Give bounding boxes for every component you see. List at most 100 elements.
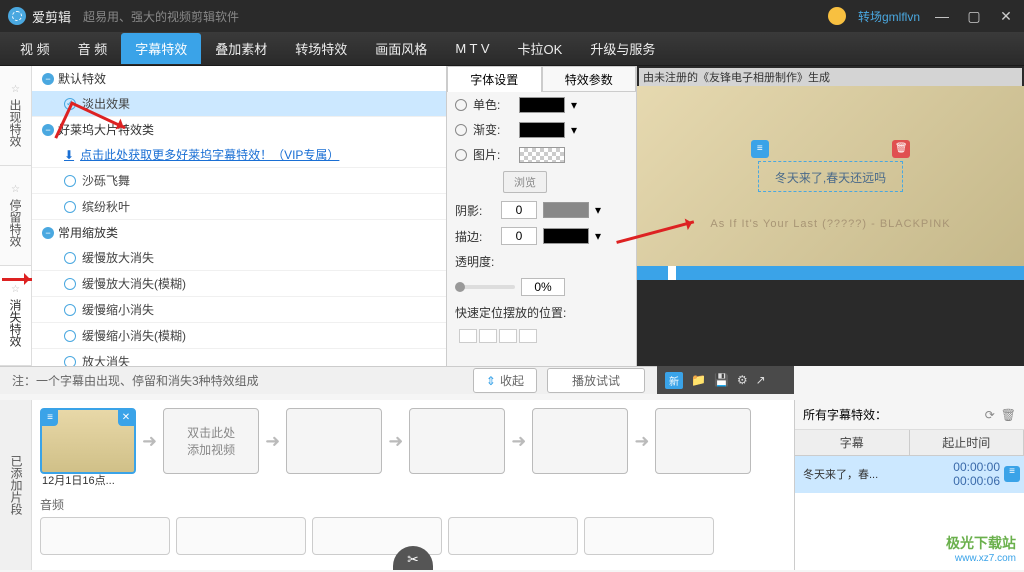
opacity-slider[interactable] [455, 285, 515, 289]
note-row: 注：一个字幕由出现、停留和消失3种特效组成 ⇕收起 播放试试 [0, 366, 657, 394]
ptab-params[interactable]: 特效参数 [542, 66, 637, 92]
settings-icon[interactable]: ⚙ [737, 373, 748, 387]
dropdown-icon[interactable]: ▾ [595, 229, 601, 243]
dropdown-icon[interactable]: ▾ [571, 123, 577, 137]
shadow-color[interactable] [543, 202, 589, 218]
subtitle-box[interactable]: ≡ 🗑 冬天来了,春天还远吗 [758, 161, 903, 192]
check-icon [64, 356, 76, 367]
label-stroke: 描边: [455, 228, 495, 245]
opacity-value[interactable] [521, 278, 565, 296]
effect-zoomout[interactable]: 缓慢缩小消失 [32, 297, 446, 323]
tab-transition[interactable]: 转场特效 [281, 33, 361, 64]
avatar[interactable] [828, 7, 846, 25]
delete-icon[interactable]: 🗑 [1001, 408, 1016, 422]
gradient-picker[interactable] [519, 122, 565, 138]
clip-empty[interactable] [286, 408, 382, 474]
preview-canvas[interactable]: ≡ 🗑 冬天来了,春天还远吗 As If It's Your Last (???… [637, 86, 1024, 266]
app-name: 爱剪辑 [32, 7, 71, 26]
category-default[interactable]: −默认特效 [32, 66, 446, 91]
shadow-input[interactable] [501, 201, 537, 219]
refresh-icon[interactable]: ⟳ [985, 408, 995, 422]
star-icon: ☆ [10, 284, 21, 295]
save-icon[interactable]: 💾 [714, 373, 729, 387]
vtab-stay[interactable]: ☆停留特效 [0, 166, 31, 266]
audio-clip[interactable] [40, 517, 170, 555]
row-menu-icon[interactable]: ≡ [1004, 466, 1020, 482]
app-logo-icon [8, 7, 26, 25]
clip-empty[interactable] [409, 408, 505, 474]
clip-menu-icon[interactable]: ≡ [42, 410, 58, 426]
tab-karaoke[interactable]: 卡拉OK [504, 33, 577, 64]
close-icon[interactable]: ✕ [996, 6, 1016, 26]
clip-1[interactable]: ≡ ✕ 12月1日16点... [40, 408, 136, 474]
mini-toolbar: 新 📁 💾 ⚙ ↗ [657, 366, 794, 394]
vtab-disappear[interactable]: ☆消失特效 [0, 266, 31, 366]
clip-empty[interactable]: 双击此处 添加视频 [163, 408, 259, 474]
tab-audio[interactable]: 音 频 [64, 33, 122, 64]
minimize-icon[interactable]: — [932, 6, 952, 26]
properties-panel: 字体设置 特效参数 单色:▾ 渐变:▾ 图片: 浏览 阴影:▾ 描边:▾ 透明度… [447, 66, 637, 366]
clip-empty[interactable] [655, 408, 751, 474]
arrow-icon: ➜ [634, 431, 649, 452]
new-badge[interactable]: 新 [665, 372, 683, 389]
ptab-font[interactable]: 字体设置 [447, 66, 542, 92]
audio-clip[interactable] [448, 517, 578, 555]
tab-upgrade[interactable]: 升级与服务 [576, 33, 669, 64]
note-text: 注：一个字幕由出现、停留和消失3种特效组成 [12, 372, 259, 389]
color-picker[interactable] [519, 97, 565, 113]
category-zoom[interactable]: −常用缩放类 [32, 220, 446, 245]
clip-close-icon[interactable]: ✕ [118, 410, 134, 426]
folder-icon[interactable]: 📁 [691, 373, 706, 387]
radio-image[interactable] [455, 149, 467, 161]
label-image: 图片: [473, 146, 513, 163]
preview-panel: 由未注册的《友锋电子相册制作》生成 ≡ 🗑 冬天来了,春天还远吗 As If I… [637, 66, 1024, 366]
tab-mtv[interactable]: M T V [441, 35, 503, 62]
vertical-tabs: ☆出现特效 ☆停留特效 ☆消失特效 [0, 66, 32, 366]
collapse-button[interactable]: ⇕收起 [473, 368, 537, 393]
effect-zoomout-blur[interactable]: 缓慢缩小消失(模糊) [32, 323, 446, 349]
dropdown-icon[interactable]: ▾ [595, 203, 601, 217]
download-icon: ⬇ [64, 148, 74, 162]
collapse-icon: − [42, 227, 54, 239]
stroke-color[interactable] [543, 228, 589, 244]
check-icon [64, 98, 76, 110]
effect-sand[interactable]: 沙砾飞舞 [32, 168, 446, 194]
vtab-appear[interactable]: ☆出现特效 [0, 66, 31, 166]
share-icon[interactable]: ↗ [756, 373, 766, 387]
audio-clip[interactable] [176, 517, 306, 555]
clip-empty[interactable] [532, 408, 628, 474]
tab-subtitle-fx[interactable]: 字幕特效 [121, 33, 201, 64]
video-clips-row: ≡ ✕ 12月1日16点... ➜ 双击此处 添加视频 ➜ ➜ ➜ ➜ [40, 408, 786, 474]
check-icon [64, 201, 76, 213]
effect-zoomin-blur[interactable]: 缓慢放大消失(模糊) [32, 271, 446, 297]
category-hollywood[interactable]: −好莱坞大片特效类 [32, 117, 446, 142]
effect-fadeout[interactable]: 淡出效果 [32, 91, 446, 117]
label-gradient: 渐变: [473, 121, 513, 138]
watermark: 极光下载站 www.xz7.com [946, 533, 1016, 564]
col-time: 起止时间 [910, 430, 1024, 455]
menu-handle-icon[interactable]: ≡ [751, 140, 769, 158]
tab-overlay[interactable]: 叠加素材 [201, 33, 281, 64]
stroke-input[interactable] [501, 227, 537, 245]
audio-clip[interactable] [584, 517, 714, 555]
main-tabs: 视 频 音 频 字幕特效 叠加素材 转场特效 画面风格 M T V 卡拉OK 升… [0, 32, 1024, 66]
progress-bar[interactable] [637, 266, 1024, 280]
preview-subtext: As If It's Your Last (?????) - BLACKPINK [710, 218, 950, 230]
collapse-icon: − [42, 73, 54, 85]
check-icon [64, 278, 76, 290]
tab-style[interactable]: 画面风格 [361, 33, 441, 64]
effect-enlarge[interactable]: 放大消失 [32, 349, 446, 366]
effect-leaves[interactable]: 缤纷秋叶 [32, 194, 446, 220]
delete-handle-icon[interactable]: 🗑 [892, 140, 910, 158]
effect-zoomin[interactable]: 缓慢放大消失 [32, 245, 446, 271]
maximize-icon[interactable]: ▢ [964, 6, 984, 26]
dropdown-icon[interactable]: ▾ [571, 98, 577, 112]
tab-video[interactable]: 视 频 [6, 33, 64, 64]
play-test-button[interactable]: 播放试试 [547, 368, 645, 393]
radio-solid[interactable] [455, 99, 467, 111]
position-grid[interactable] [459, 329, 537, 343]
subtitle-row[interactable]: 冬天来了，春... 00:00:0000:00:06 ≡ [795, 456, 1024, 493]
radio-gradient[interactable] [455, 124, 467, 136]
vip-link[interactable]: ⬇点击此处获取更多好莱坞字幕特效！（VIP专属） [32, 142, 446, 168]
browse-button[interactable]: 浏览 [503, 171, 547, 193]
